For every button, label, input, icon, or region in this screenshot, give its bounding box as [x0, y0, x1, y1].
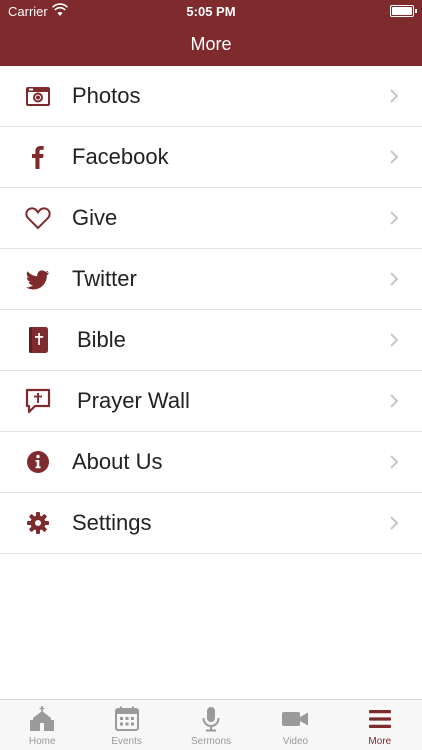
- gear-icon: [24, 509, 52, 537]
- battery-level: [392, 7, 412, 15]
- chevron-right-icon: [390, 516, 399, 530]
- tab-label: More: [368, 736, 392, 747]
- menu-icon: [366, 706, 394, 732]
- battery-icon: [390, 5, 417, 17]
- menu-item-photos[interactable]: Photos: [0, 66, 422, 127]
- chevron-right-icon: [390, 211, 399, 225]
- prayer-chat-icon: [24, 387, 52, 415]
- tab-label: Home: [28, 736, 56, 747]
- camera-icon: [24, 82, 52, 110]
- calendar-icon: [113, 706, 141, 732]
- tab-video[interactable]: Video: [253, 700, 337, 750]
- tab-more[interactable]: More: [338, 700, 422, 750]
- chevron-right-icon: [390, 394, 399, 408]
- more-menu-list: Photos Facebook Give Twitter Bible Praye…: [0, 66, 422, 554]
- chevron-right-icon: [390, 150, 399, 164]
- tab-events[interactable]: Events: [84, 700, 168, 750]
- page-title: More: [190, 34, 232, 54]
- tab-home[interactable]: Home: [0, 700, 84, 750]
- menu-item-label: Bible: [77, 327, 126, 352]
- heart-icon: [24, 204, 52, 232]
- menu-item-label: Settings: [72, 510, 152, 535]
- menu-item-label: About Us: [72, 449, 163, 474]
- menu-item-settings[interactable]: Settings: [0, 493, 422, 554]
- bible-icon: [24, 326, 52, 354]
- tab-label: Events: [111, 736, 142, 747]
- menu-item-label: Photos: [72, 83, 141, 108]
- microphone-icon: [197, 706, 225, 732]
- menu-item-label: Twitter: [72, 266, 137, 291]
- chevron-right-icon: [390, 272, 399, 286]
- tab-sermons[interactable]: Sermons: [169, 700, 253, 750]
- menu-item-bible[interactable]: Bible: [0, 310, 422, 371]
- chevron-right-icon: [390, 455, 399, 469]
- menu-item-label: Facebook: [72, 144, 169, 169]
- menu-item-prayer-wall[interactable]: Prayer Wall: [0, 371, 422, 432]
- tab-label: Video: [282, 736, 309, 747]
- church-icon: [28, 706, 56, 732]
- chevron-right-icon: [390, 333, 399, 347]
- clock: 5:05 PM: [186, 4, 236, 19]
- facebook-icon: [24, 143, 52, 171]
- tab-bar: Home Events Sermons Video More: [0, 699, 422, 750]
- chevron-right-icon: [390, 89, 399, 103]
- menu-item-about-us[interactable]: About Us: [0, 432, 422, 493]
- menu-item-give[interactable]: Give: [0, 188, 422, 249]
- video-camera-icon: [281, 706, 309, 732]
- menu-item-label: Give: [72, 205, 118, 230]
- nav-bar: More: [0, 22, 422, 66]
- menu-item-facebook[interactable]: Facebook: [0, 127, 422, 188]
- menu-item-twitter[interactable]: Twitter: [0, 249, 422, 310]
- status-bar: Carrier 5:05 PM: [0, 0, 422, 22]
- tab-label: Sermons: [191, 736, 232, 747]
- info-icon: [24, 448, 52, 476]
- menu-item-label: Prayer Wall: [77, 388, 190, 413]
- twitter-icon: [24, 265, 52, 293]
